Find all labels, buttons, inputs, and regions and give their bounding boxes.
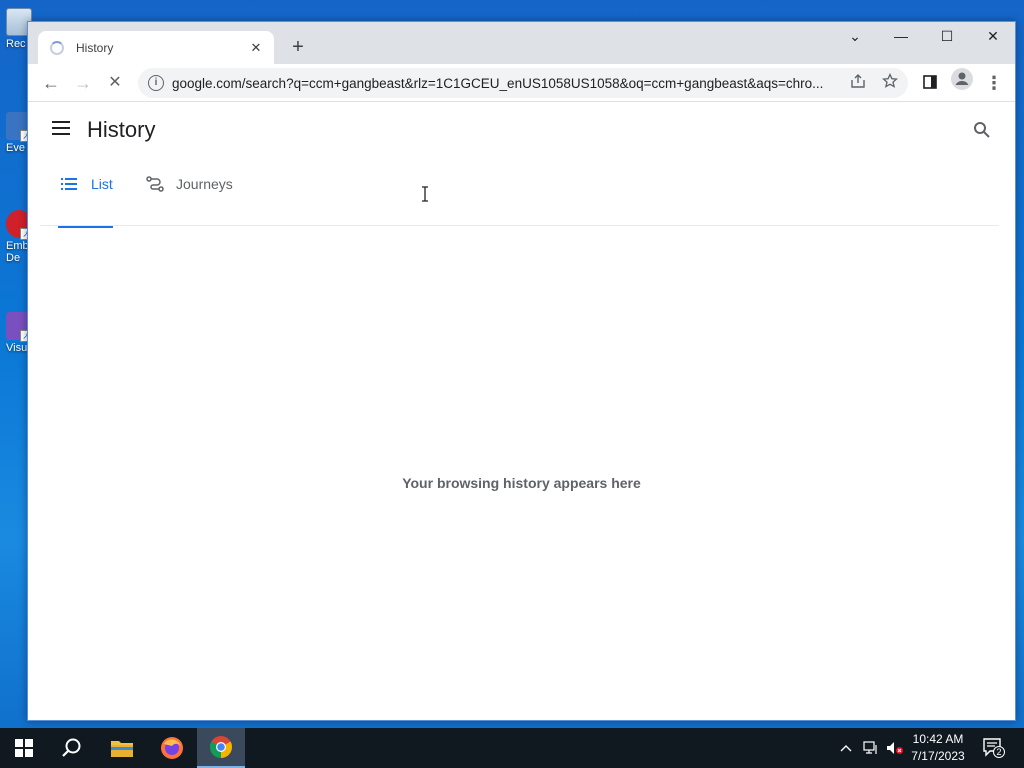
browser-tab-history[interactable]: History ✕: [38, 31, 274, 64]
bookmark-star-icon[interactable]: [874, 72, 906, 93]
action-center-button[interactable]: 2: [980, 728, 1008, 768]
search-icon[interactable]: [973, 121, 991, 139]
tab-strip: History ✕ + ⌄ — ☐ ✕: [28, 22, 1015, 64]
maximize-button[interactable]: ☐: [924, 22, 970, 52]
desktop-icon-label: Rec: [6, 38, 26, 50]
network-status[interactable]: [860, 728, 882, 768]
site-info-icon[interactable]: i: [148, 75, 164, 91]
taskbar-firefox[interactable]: [148, 728, 196, 768]
minimize-button[interactable]: —: [878, 22, 924, 52]
empty-history-message: Your browsing history appears here: [402, 475, 641, 491]
folder-icon: [111, 741, 133, 757]
more-menu-button[interactable]: ⋮: [979, 68, 1009, 98]
hamburger-menu-icon[interactable]: [52, 121, 70, 135]
text-cursor-icon: [422, 186, 428, 202]
header-divider: [40, 225, 999, 226]
taskbar-search-button[interactable]: [48, 728, 96, 768]
desktop-icon-eve[interactable]: ↗ Eve: [0, 112, 32, 154]
history-header: History: [28, 103, 1015, 159]
back-button[interactable]: ←: [36, 68, 66, 98]
desktop-icon-label-line2: De: [6, 252, 21, 264]
desktop-icon-visual[interactable]: ↗ Visu: [0, 312, 32, 354]
taskbar-clock[interactable]: 10:42 AM 7/17/2023: [898, 731, 978, 765]
desktop-icon-label: Visu: [6, 342, 28, 354]
network-icon: [863, 741, 877, 754]
page-title: History: [87, 117, 156, 142]
clock-time: 10:42 AM: [912, 732, 964, 746]
tab-list-label: List: [91, 176, 113, 192]
desktop-icon-label: Eve: [6, 142, 25, 154]
share-icon[interactable]: [842, 74, 874, 92]
clock-date: 7/17/2023: [911, 749, 965, 763]
stop-loading-button[interactable]: ✕: [100, 68, 130, 98]
notification-count: 2: [996, 747, 1001, 757]
tab-journeys-label: Journeys: [176, 176, 233, 192]
notification-icon: 2: [983, 738, 1005, 758]
tab-list[interactable]: List: [61, 167, 113, 201]
list-icon: [61, 178, 77, 190]
firefox-icon: [161, 737, 183, 759]
desktop-icon-recycle-bin[interactable]: Rec: [0, 8, 32, 50]
journeys-icon: [146, 176, 164, 192]
search-icon: [62, 738, 81, 757]
browser-window: History ✕ + ⌄ — ☐ ✕ ← → ✕ i google.com/s…: [27, 21, 1016, 721]
desktop-icon-emb[interactable]: ↗ Emb De: [0, 210, 32, 264]
avatar-icon: [951, 68, 973, 90]
tab-journeys[interactable]: Journeys: [146, 167, 233, 201]
tab-close-icon[interactable]: ✕: [244, 40, 268, 56]
new-tab-button[interactable]: +: [284, 34, 312, 62]
forward-button[interactable]: →: [68, 68, 98, 98]
url-text[interactable]: google.com/search?q=ccm+gangbeast&rlz=1C…: [172, 76, 842, 91]
browser-toolbar: ← → ✕ i google.com/search?q=ccm+gangbeas…: [28, 64, 1015, 102]
history-page: History List Journeys Your browsing hist…: [28, 103, 1015, 720]
show-hidden-icons-button[interactable]: [836, 728, 856, 768]
windows-logo-icon: [15, 739, 33, 757]
start-button[interactable]: [0, 728, 48, 768]
chevron-up-icon: [840, 745, 852, 752]
chrome-icon: [210, 736, 232, 758]
taskbar: 10:42 AM 7/17/2023 2: [0, 728, 1024, 768]
taskbar-chrome[interactable]: [197, 728, 245, 768]
close-window-button[interactable]: ✕: [970, 22, 1016, 52]
profile-button[interactable]: [947, 68, 977, 98]
tab-title: History: [76, 40, 114, 55]
loading-spinner-icon: [50, 40, 64, 55]
history-tabs: List Journeys: [28, 161, 1015, 228]
tab-search-button[interactable]: ⌄: [832, 22, 878, 52]
address-bar[interactable]: i google.com/search?q=ccm+gangbeast&rlz=…: [138, 68, 908, 98]
taskbar-file-explorer[interactable]: [98, 728, 146, 768]
desktop-icon-label: Emb: [6, 240, 29, 252]
side-panel-button[interactable]: [915, 68, 945, 98]
side-panel-icon: [923, 75, 937, 89]
